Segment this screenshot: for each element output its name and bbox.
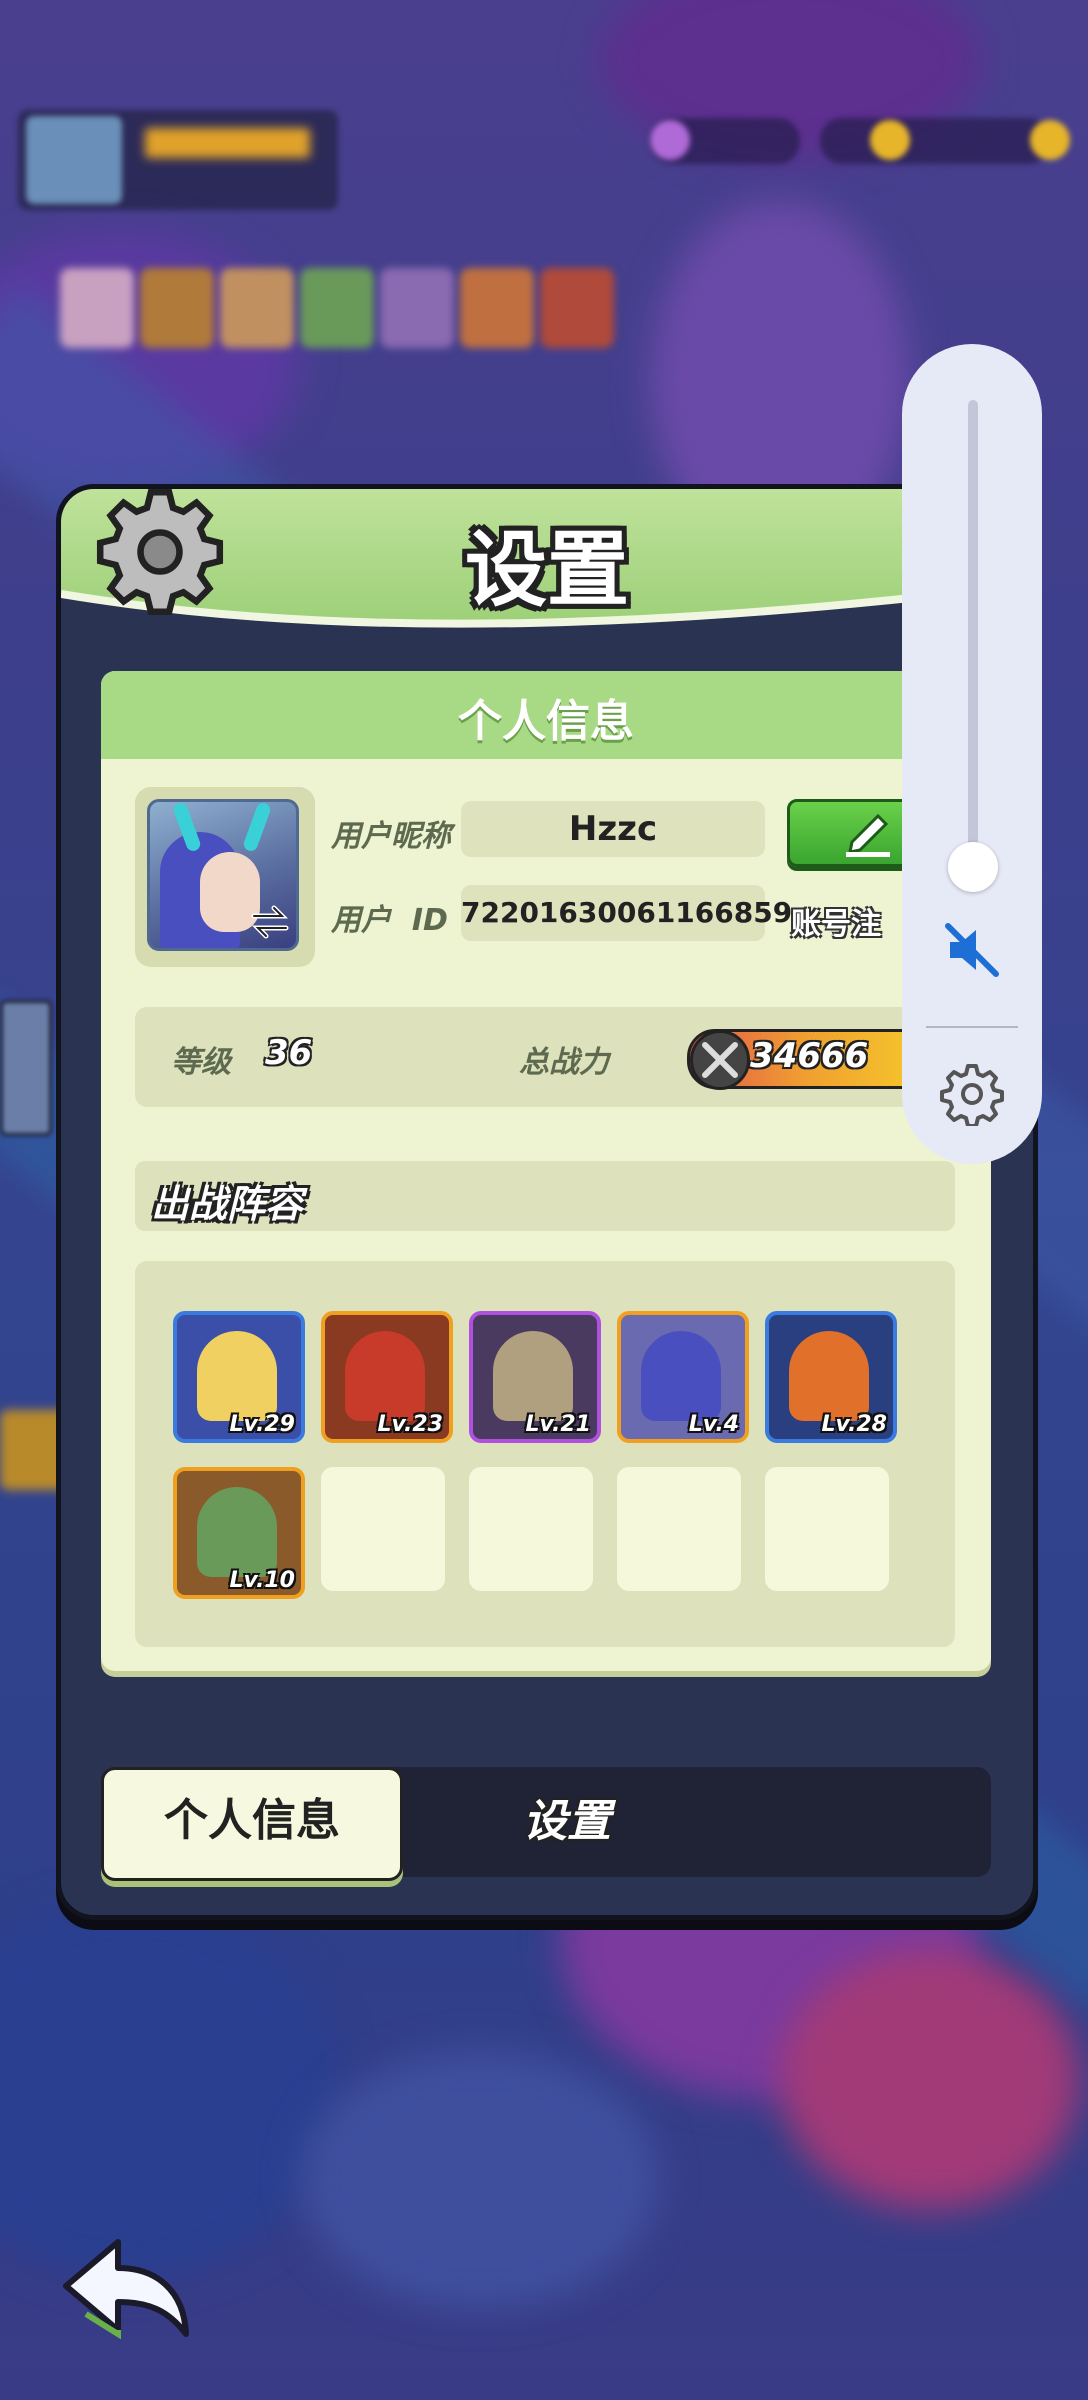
power-value: 34666 [750,1036,869,1076]
hero-portrait [789,1331,869,1421]
power-label: 总战力 [519,1045,609,1080]
hero-portrait [197,1331,277,1421]
personal-info-card: 个人信息 用户昵称 Hzzc 用户 ID 72201630061166859 账… [101,671,991,1671]
hero-portrait [345,1331,425,1421]
gear-icon[interactable] [940,1062,1004,1126]
hero-portrait [197,1487,277,1577]
hero-level: Lv.23 [377,1412,443,1437]
hero-level: Lv.21 [525,1412,591,1437]
avatar[interactable] [147,799,299,951]
hero-level: Lv.4 [688,1412,739,1437]
lineup-empty-slot [765,1467,889,1591]
nickname-label: 用户昵称 [331,819,451,854]
hud-hero-slot [220,268,294,348]
volume-slider-track[interactable] [968,400,978,860]
settings-dialog: 设置 个人信息 用户昵称 Hzzc 用户 ID 7220163006116685… [56,484,1038,1920]
hud-name-banner [145,128,310,158]
account-deletion-link[interactable]: 账号注 [791,899,881,943]
hero-level: Lv.29 [229,1412,295,1437]
lineup-hero-slot[interactable]: Lv.4 [617,1311,749,1443]
hero-level: Lv.10 [229,1568,295,1593]
coin-icon [1030,120,1070,160]
coin-icon [870,120,910,160]
hero-portrait [493,1331,573,1421]
hud-hero-slot [60,268,134,348]
level-value: 36 [265,1033,313,1073]
volume-divider [926,1026,1018,1028]
side-widget [0,1000,52,1136]
lineup-empty-slot [321,1467,445,1591]
lineup-hero-slot[interactable]: Lv.28 [765,1311,897,1443]
user-id-label: 用户 ID [331,903,448,938]
lineup-title: 出战阵容 [151,1182,304,1226]
card-title: 个人信息 [458,696,634,747]
back-arrow-icon[interactable] [56,2234,196,2344]
hud-coin-counter [820,118,1050,164]
tab-settings[interactable]: 设置 [397,1767,737,1877]
lineup-empty-slot [617,1467,741,1591]
lineup-header: 出战阵容 [135,1161,955,1231]
swap-icon[interactable] [248,900,292,944]
lineup-empty-slot [469,1467,593,1591]
dialog-title: 设置 [464,523,629,618]
volume-muted-icon[interactable] [940,918,1004,982]
volume-slider-thumb[interactable] [948,842,998,892]
stats-bar: 等级 36 总战力 34666 [135,1007,955,1107]
hero-portrait [641,1331,721,1421]
hud-hero-slot [140,268,214,348]
nickname-field: Hzzc [461,801,765,857]
hud-hero-slot [460,268,534,348]
lineup-grid: Lv.29 Lv.23 Lv.21 Lv.4 Lv.28 Lv.10 [135,1261,955,1647]
gem-icon [650,120,690,160]
avatar-frame[interactable] [135,787,315,967]
hud-hero-slot [300,268,374,348]
volume-panel [902,344,1042,1164]
lineup-hero-slot[interactable]: Lv.23 [321,1311,453,1443]
user-id-field: 72201630061166859 [461,885,792,941]
tab-personal-info[interactable]: 个人信息 [101,1767,403,1881]
hero-level: Lv.28 [821,1412,887,1437]
lineup-hero-slot[interactable]: Lv.21 [469,1311,601,1443]
hud-hero-slot [380,268,454,348]
crossed-swords-icon [690,1030,750,1090]
tab-bar: 个人信息 设置 [101,1767,991,1881]
lineup-hero-slot[interactable]: Lv.29 [173,1311,305,1443]
lineup-hero-slot[interactable]: Lv.10 [173,1467,305,1599]
tab-personal-info-label: 个人信息 [164,1795,340,1846]
hud-hero-slot [540,268,614,348]
level-label: 等级 [171,1045,231,1080]
hud-avatar [26,116,122,204]
